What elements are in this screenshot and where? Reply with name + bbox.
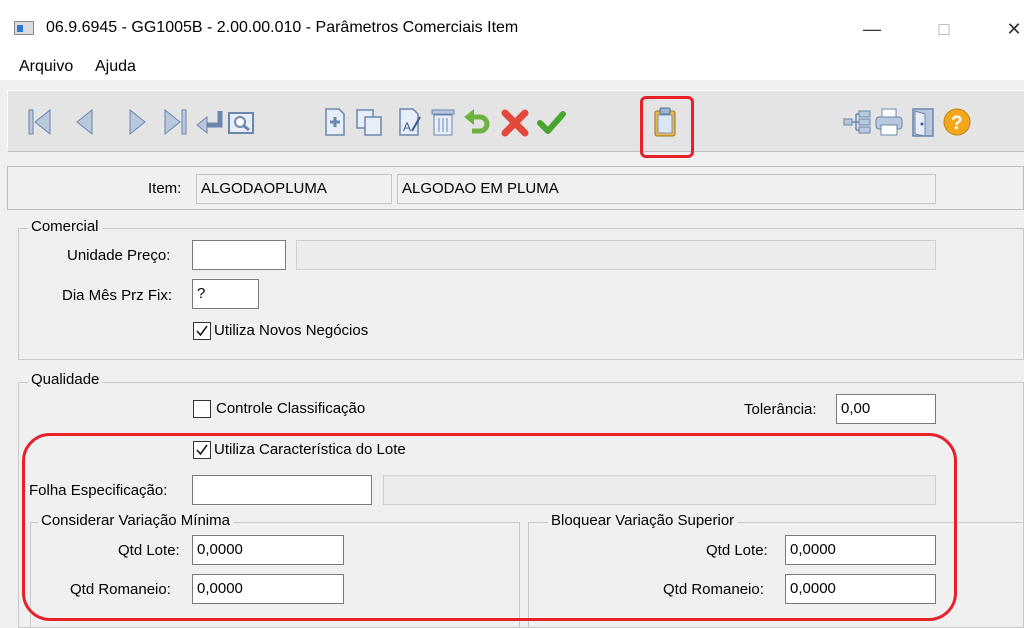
undo-icon[interactable]: [462, 105, 492, 139]
item-code-field[interactable]: ALGODAOPLUMA: [196, 174, 392, 204]
go-to-icon[interactable]: [194, 105, 224, 139]
minimize-button[interactable]: —: [852, 12, 892, 46]
last-record-icon[interactable]: [160, 105, 190, 139]
confirm-icon[interactable]: [536, 105, 566, 139]
exit-icon[interactable]: [908, 105, 938, 139]
new-record-icon[interactable]: [320, 105, 350, 139]
unidade-preco-description: [296, 240, 936, 270]
caracteristica-highlight: [22, 433, 957, 621]
delete-icon[interactable]: [428, 105, 458, 139]
unidade-preco-label: Unidade Preço:: [67, 247, 171, 264]
dia-mes-label: Dia Mês Prz Fix:: [62, 287, 173, 304]
menu-arquivo[interactable]: Arquivo: [19, 58, 73, 76]
maximize-button[interactable]: □: [924, 12, 964, 46]
title-bar: 06.9.6945 - GG1005B - 2.00.00.010 - Parâ…: [0, 0, 1024, 52]
controle-classificacao-label: Controle Classificação: [216, 400, 366, 417]
svg-text:?: ?: [951, 113, 963, 134]
window-title: 06.9.6945 - GG1005B - 2.00.00.010 - Parâ…: [46, 19, 519, 36]
close-button[interactable]: ✕: [994, 12, 1024, 46]
previous-record-icon[interactable]: [70, 105, 100, 139]
tree-icon[interactable]: [842, 105, 872, 139]
app-icon: [14, 21, 34, 35]
controle-classificacao-checkbox[interactable]: [193, 400, 211, 418]
copy-icon[interactable]: [354, 105, 384, 139]
clipboard-highlight: [640, 96, 694, 158]
qualidade-title: Qualidade: [28, 371, 103, 388]
cancel-icon[interactable]: [500, 105, 530, 139]
unidade-preco-field[interactable]: [192, 240, 286, 270]
novos-negocios-checkbox[interactable]: [193, 322, 211, 340]
svg-text:A: A: [403, 120, 411, 134]
tolerancia-field[interactable]: 0,00: [836, 394, 936, 424]
item-panel: Item: ALGODAOPLUMA ALGODAO EM PLUMA: [7, 166, 1024, 210]
menu-ajuda[interactable]: Ajuda: [95, 58, 136, 76]
comercial-title: Comercial: [28, 218, 102, 235]
edit-icon[interactable]: A: [394, 105, 424, 139]
dia-mes-field[interactable]: ?: [192, 279, 259, 309]
toolbar: A ?: [7, 90, 1024, 152]
print-icon[interactable]: [874, 105, 904, 139]
help-icon[interactable]: ?: [942, 105, 972, 139]
item-description-field: ALGODAO EM PLUMA: [397, 174, 936, 204]
tolerancia-label: Tolerância:: [744, 401, 817, 418]
first-record-icon[interactable]: [26, 105, 56, 139]
menu-bar: Arquivo Ajuda: [0, 52, 1024, 80]
item-label: Item:: [148, 180, 182, 197]
next-record-icon[interactable]: [122, 105, 152, 139]
search-icon[interactable]: [226, 105, 256, 139]
novos-negocios-label: Utiliza Novos Negócios: [214, 322, 369, 339]
